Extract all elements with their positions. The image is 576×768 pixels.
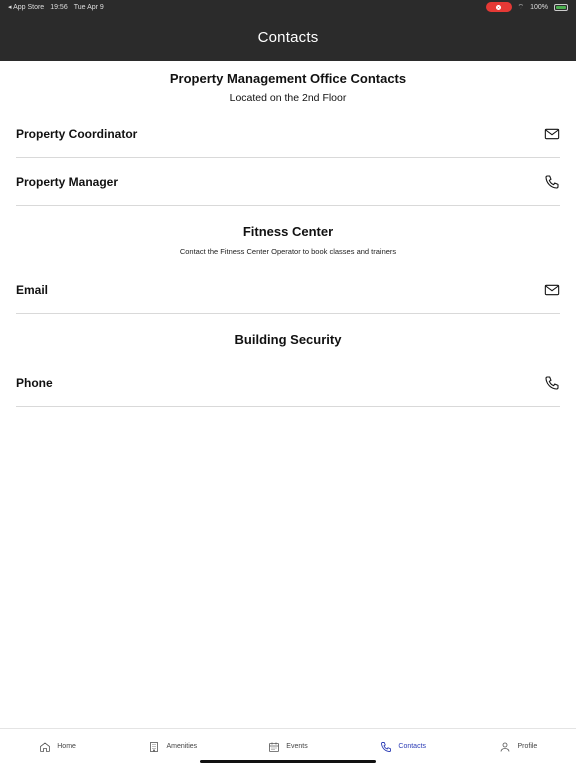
wifi-icon: ⌔ [517,3,525,11]
fitness-section-title: Fitness Center [242,224,334,239]
building-icon [150,741,159,752]
phone-icon[interactable] [544,375,560,391]
management-section-subtitle: Located on the 2nd Floor [229,92,347,104]
tab-label: Profile [517,743,538,750]
home-indicator[interactable] [200,760,376,763]
status-date: Tue Apr 9 [73,3,104,11]
tab-label: Events [286,743,308,750]
screen-record-indicator[interactable] [485,2,512,12]
fitness-section-note: Contact the Fitness Center Operator to b… [179,247,397,256]
contact-row-property-manager[interactable]: Property Manager [16,158,560,206]
phone-icon[interactable] [544,174,560,190]
contact-row-fitness-email[interactable]: Email [16,266,560,314]
back-to-app-link[interactable]: ◂ App Store [8,3,44,11]
contacts-content: Property Management Office Contacts Loca… [0,61,576,407]
home-icon [40,741,51,752]
page-title: Contacts [257,29,319,46]
record-icon [496,4,501,10]
tab-label: Contacts [398,743,427,750]
tab-label: Amenities [166,743,198,750]
person-icon [501,742,510,752]
status-right: ⌔ 100% [485,2,568,12]
row-label: Phone [16,375,53,390]
row-label: Email [16,282,49,297]
row-label: Property Manager [16,174,119,189]
contact-row-security-phone[interactable]: Phone [16,359,560,407]
management-section-title: Property Management Office Contacts [169,71,407,86]
phone-icon [381,741,392,752]
calendar-icon [269,742,280,752]
row-label: Property Coordinator [16,126,138,141]
navigation-bar: Contacts [0,14,576,61]
mail-icon[interactable] [544,282,560,298]
tab-profile[interactable]: Profile [461,729,576,768]
security-section-title: Building Security [234,332,342,347]
status-bar: ◂ App Store 19:56 Tue Apr 9 ⌔ 100% [0,0,576,14]
tab-label: Home [57,743,76,750]
battery-percent: 100% [530,3,548,11]
status-time: 19:56 [50,3,68,11]
battery-icon [554,3,568,11]
contact-row-property-coordinator[interactable]: Property Coordinator [16,110,560,158]
tab-home[interactable]: Home [0,729,115,768]
mail-icon[interactable] [544,126,560,142]
status-left: ◂ App Store 19:56 Tue Apr 9 [8,3,104,12]
